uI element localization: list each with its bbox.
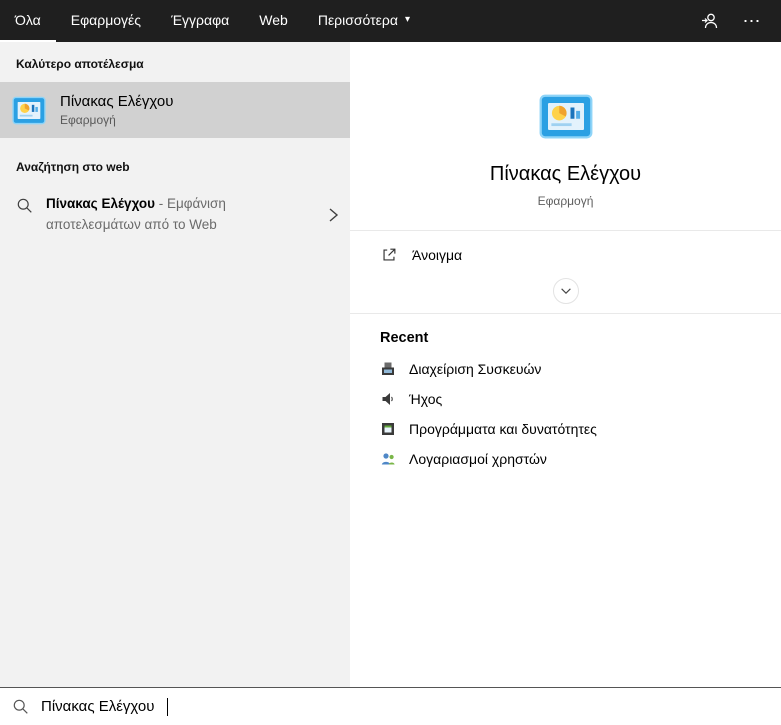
search-icon: [12, 698, 29, 715]
recent-header: Recent: [350, 314, 781, 354]
chevron-down-icon: ▾: [405, 15, 410, 25]
best-match-type: Εφαρμογή: [60, 113, 173, 127]
web-search-query: Πίνακας Ελέγχου: [46, 196, 155, 211]
control-panel-icon: [12, 96, 46, 125]
recent-item-label: Ήχος: [409, 391, 442, 407]
tab-web-label: Web: [259, 12, 288, 28]
expand-actions-button[interactable]: [553, 278, 579, 304]
recent-item-label: Προγράμματα και δυνατότητες: [409, 421, 597, 437]
device-manager-icon: [380, 361, 396, 377]
topbar-actions: ⋯: [693, 0, 781, 42]
recent-item-device-manager[interactable]: Διαχείριση Συσκευών: [350, 354, 781, 384]
search-results-panel: Καλύτερο αποτέλεσμα Πίνακας Ελέγχου Εφαρ…: [0, 42, 781, 687]
preview-pane: Πίνακας Ελέγχου Εφαρμογή Άνοιγμα Recent: [350, 42, 781, 687]
recent-item-programs-features[interactable]: Προγράμματα και δυνατότητες: [350, 414, 781, 444]
search-input-value: Πίνακας Ελέγχου: [41, 698, 154, 715]
best-match-result-control-panel[interactable]: Πίνακας Ελέγχου Εφαρμογή: [0, 82, 350, 138]
tab-documents-label: Έγγραφα: [171, 12, 229, 28]
web-search-header: Αναζήτηση στο web: [0, 138, 350, 185]
ellipsis-icon: ⋯: [743, 12, 762, 30]
tab-more-label: Περισσότερα: [318, 12, 398, 28]
app-title: Πίνακας Ελέγχου: [350, 163, 781, 186]
recent-item-user-accounts[interactable]: Λογαριασμοί χρηστών: [350, 444, 781, 474]
app-type: Εφαρμογή: [350, 194, 781, 230]
search-icon: [16, 197, 33, 214]
app-header: Πίνακας Ελέγχου Εφαρμογή: [350, 42, 781, 230]
tab-apps-label: Εφαρμογές: [71, 12, 141, 28]
tab-more[interactable]: Περισσότερα ▾: [303, 0, 425, 42]
web-search-text: Πίνακας Ελέγχου - Εμφάνιση αποτελεσμάτων…: [46, 193, 268, 235]
control-panel-icon-large: [539, 94, 593, 139]
tab-all-label: Όλα: [15, 12, 41, 28]
text-cursor: [167, 698, 168, 716]
chevron-right-icon[interactable]: [326, 206, 340, 224]
best-match-title: Πίνακας Ελέγχου: [60, 93, 173, 110]
open-label: Άνοιγμα: [412, 247, 462, 263]
recent-item-label: Λογαριασμοί χρηστών: [409, 451, 547, 467]
web-search-result[interactable]: Πίνακας Ελέγχου - Εμφάνιση αποτελεσμάτων…: [0, 185, 350, 245]
chevron-down-icon: [559, 284, 573, 298]
open-icon: [380, 246, 398, 264]
tab-apps[interactable]: Εφαρμογές: [56, 0, 156, 42]
user-accounts-icon: [380, 451, 396, 467]
best-match-header: Καλύτερο αποτέλεσμα: [0, 42, 350, 82]
search-input[interactable]: Πίνακας Ελέγχου: [0, 687, 781, 725]
account-icon: [700, 11, 720, 31]
tab-web[interactable]: Web: [244, 0, 303, 42]
sound-icon: [380, 391, 396, 407]
search-filter-bar: Όλα Εφαρμογές Έγγραφα Web Περισσότερα ▾ …: [0, 0, 781, 42]
recent-item-label: Διαχείριση Συσκευών: [409, 361, 541, 377]
tab-all[interactable]: Όλα: [0, 0, 56, 42]
tab-documents[interactable]: Έγγραφα: [156, 0, 244, 42]
account-button[interactable]: [693, 4, 727, 38]
results-list-pane: Καλύτερο αποτέλεσμα Πίνακας Ελέγχου Εφαρ…: [0, 42, 350, 687]
more-options-button[interactable]: ⋯: [735, 4, 769, 38]
best-match-text: Πίνακας Ελέγχου Εφαρμογή: [60, 93, 173, 127]
expand-row: [350, 272, 781, 313]
programs-icon: [380, 421, 396, 437]
open-action[interactable]: Άνοιγμα: [350, 231, 781, 272]
recent-item-sound[interactable]: Ήχος: [350, 384, 781, 414]
